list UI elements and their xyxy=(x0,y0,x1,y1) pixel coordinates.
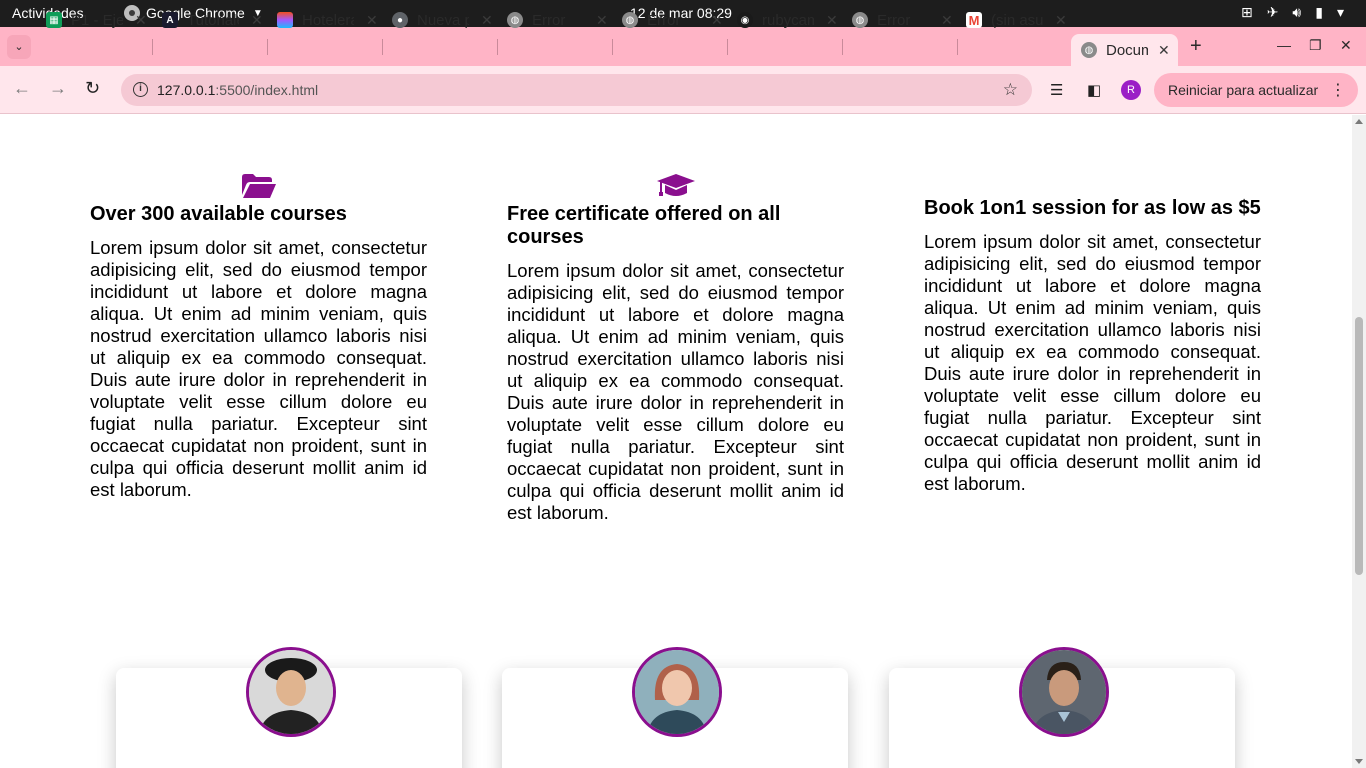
angular-icon: A xyxy=(162,12,178,28)
feature-text: Lorem ipsum dolor sit amet, consectetur … xyxy=(924,231,1261,494)
scroll-up-icon[interactable] xyxy=(1355,119,1363,124)
tab-title: Error xyxy=(532,11,566,29)
person-photo xyxy=(1022,650,1106,734)
feature-certificate: Free certificate offered on all courses … xyxy=(507,173,844,524)
close-icon[interactable]: ✕ xyxy=(1158,42,1170,59)
tab-separator xyxy=(842,39,843,55)
tab-title: Hotelera xyxy=(302,11,354,29)
tab[interactable]: Hotelera ✕ xyxy=(277,6,378,34)
close-icon[interactable]: ✕ xyxy=(481,12,493,29)
globe-icon: ◍ xyxy=(507,12,523,28)
restore-icon[interactable]: ❐ xyxy=(1309,37,1322,54)
chrome-icon: ● xyxy=(392,12,408,28)
feature-title: Over 300 available courses xyxy=(90,203,347,225)
reload-icon[interactable]: ↻ xyxy=(85,78,100,99)
tab[interactable]: M (sin asunto) ✕ xyxy=(966,6,1067,34)
globe-icon: ◍ xyxy=(622,12,638,28)
tab[interactable]: ◉ rubycampus ✕ xyxy=(737,6,838,34)
back-icon[interactable]: ← xyxy=(13,78,31,99)
tab[interactable]: ◍ Error ✕ xyxy=(507,6,608,34)
chevron-down-icon[interactable]: ▾ xyxy=(1337,4,1344,21)
address-bar[interactable]: i 127.0.0.1:5500/index.html ☆ xyxy=(121,74,1032,106)
close-icon[interactable]: ✕ xyxy=(941,12,953,29)
close-icon[interactable]: ✕ xyxy=(366,12,378,29)
minimize-icon[interactable]: — xyxy=(1277,37,1291,53)
gmail-icon: M xyxy=(966,12,982,28)
github-icon: ◉ xyxy=(737,12,753,28)
person-photo xyxy=(635,650,719,734)
more-options-icon[interactable]: ⋮ xyxy=(1330,80,1346,100)
scroll-thumb[interactable] xyxy=(1355,317,1363,575)
url-text[interactable]: 127.0.0.1:5500/index.html xyxy=(157,82,318,98)
close-icon[interactable]: ✕ xyxy=(135,12,147,29)
tab[interactable]: ◍ Error ✕ xyxy=(622,6,723,34)
network-icon[interactable]: ⊞ xyxy=(1241,4,1253,21)
tab[interactable]: A Tutoriales ✕ xyxy=(162,6,263,34)
tab-title: P1 - Ejercicio xyxy=(71,11,123,29)
figma-icon xyxy=(277,12,293,28)
close-icon[interactable]: ✕ xyxy=(711,12,723,29)
feature-text: Lorem ipsum dolor sit amet, consectetur … xyxy=(507,260,844,523)
tab-title: Error xyxy=(877,11,911,29)
feature-courses: Over 300 available courses Lorem ipsum d… xyxy=(90,173,427,501)
tab-separator xyxy=(957,39,958,55)
tab-title: Tutoriales xyxy=(187,11,239,29)
avatar xyxy=(1019,647,1109,737)
close-icon[interactable]: ✕ xyxy=(251,12,263,29)
close-icon[interactable]: ✕ xyxy=(826,12,838,29)
media-controls-icon[interactable]: ☰ xyxy=(1050,81,1063,99)
tab[interactable]: ◍ Error ✕ xyxy=(852,6,953,34)
globe-icon: ◍ xyxy=(1081,42,1097,58)
forward-icon[interactable]: → xyxy=(49,78,67,99)
browser-toolbar: ← → ↻ i 127.0.0.1:5500/index.html ☆ ☰ ◧ … xyxy=(0,66,1366,114)
avatar xyxy=(246,647,336,737)
tab-title: Nueva pestaña xyxy=(417,11,469,29)
volume-icon[interactable]: 🔊︎ xyxy=(1292,4,1301,21)
folder-open-icon xyxy=(241,174,276,198)
page-viewport: Over 300 available courses Lorem ipsum d… xyxy=(0,115,1352,768)
close-icon[interactable]: ✕ xyxy=(1055,12,1067,29)
system-tray[interactable]: ⊞ ✈ 🔊︎ ▮ ▾ xyxy=(1241,4,1344,21)
bookmark-star-icon[interactable]: ☆ xyxy=(1003,80,1018,100)
tab-title: rubycampus xyxy=(762,11,814,29)
close-window-icon[interactable]: ✕ xyxy=(1340,37,1352,54)
tab-separator xyxy=(727,39,728,55)
battery-icon[interactable]: ▮ xyxy=(1315,4,1323,21)
page-scrollbar[interactable] xyxy=(1352,115,1366,768)
new-tab-button[interactable]: + xyxy=(1190,35,1202,58)
tab-title: Error xyxy=(647,11,681,29)
google-sheets-icon: ▦ xyxy=(46,12,62,28)
graduation-cap-icon xyxy=(656,174,695,196)
feature-title: Book 1on1 session for as low as $5 xyxy=(924,197,1261,219)
site-info-icon[interactable]: i xyxy=(133,82,148,97)
tab-active[interactable]: ◍ Document ✕ xyxy=(1071,34,1178,66)
avatar xyxy=(632,647,722,737)
tab-title: Document xyxy=(1106,41,1148,59)
tab-search-button[interactable]: ⌄ xyxy=(7,35,31,59)
url-host: 127.0.0.1 xyxy=(157,82,216,98)
url-path: :5500/index.html xyxy=(215,82,319,98)
tab[interactable]: ▦ P1 - Ejercicio ✕ xyxy=(46,6,147,34)
side-panel-icon[interactable]: ◧ xyxy=(1087,81,1101,99)
update-label: Reiniciar para actualizar xyxy=(1168,82,1319,98)
airplane-mode-icon[interactable]: ✈ xyxy=(1267,4,1279,21)
feature-session: Book 1on1 session for as low as $5 Lorem… xyxy=(924,197,1261,495)
tab-separator xyxy=(612,39,613,55)
tab-separator xyxy=(382,39,383,55)
globe-icon: ◍ xyxy=(852,12,868,28)
feature-title: Free certificate offered on all courses xyxy=(507,203,781,248)
tab-separator xyxy=(497,39,498,55)
tab-separator xyxy=(152,39,153,55)
close-icon[interactable]: ✕ xyxy=(596,12,608,29)
feature-text: Lorem ipsum dolor sit amet, consectetur … xyxy=(90,237,427,500)
person-photo xyxy=(249,650,333,734)
scroll-down-icon[interactable] xyxy=(1355,759,1363,764)
restart-to-update-button[interactable]: Reiniciar para actualizar ⋮ xyxy=(1154,73,1358,107)
tab-separator xyxy=(267,39,268,55)
tab[interactable]: ● Nueva pestaña ✕ xyxy=(392,6,493,34)
tab-title: (sin asunto) xyxy=(991,11,1043,29)
profile-avatar[interactable]: R xyxy=(1121,80,1141,100)
